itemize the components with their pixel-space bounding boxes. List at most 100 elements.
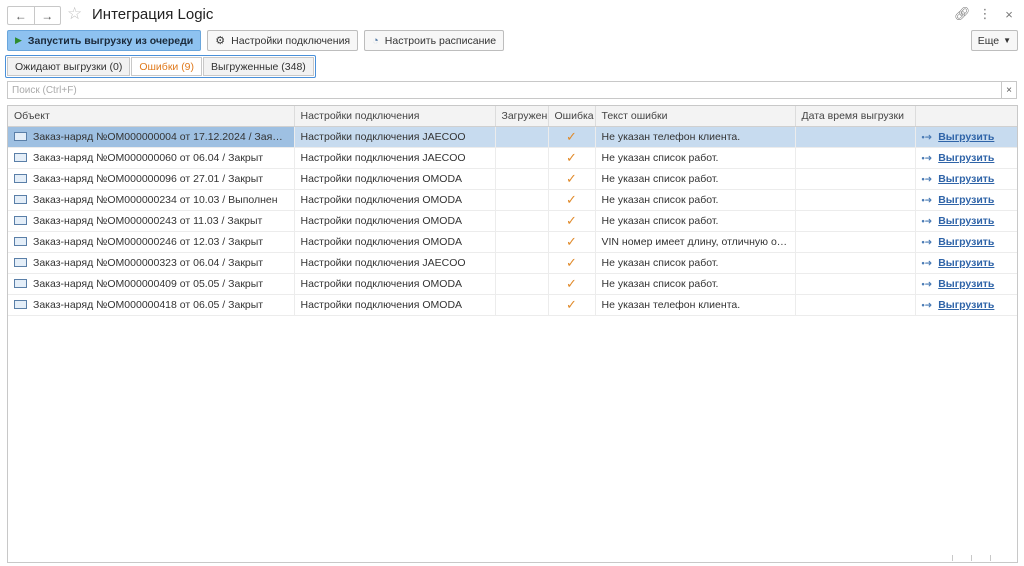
- cell-object[interactable]: Заказ-наряд №ОМ000000060 от 06.04 / Закр…: [8, 147, 295, 169]
- column-loaded[interactable]: Загружен: [495, 106, 549, 127]
- column-object[interactable]: Объект: [8, 106, 295, 127]
- table-row[interactable]: Заказ-наряд №ОМ000000060 от 06.04 / Закр…: [8, 147, 1017, 169]
- cell-loaded[interactable]: [495, 168, 549, 190]
- table-row[interactable]: Заказ-наряд №ОМ000000243 от 11.03 / Закр…: [8, 210, 1017, 232]
- upload-link[interactable]: Выгрузить: [938, 299, 994, 311]
- cell-error[interactable]: ✓: [548, 273, 596, 295]
- cell-error[interactable]: ✓: [548, 168, 596, 190]
- cell-error-text[interactable]: Не указан телефон клиента.: [595, 294, 796, 316]
- cell-error-text[interactable]: Не указан список работ.: [595, 252, 796, 274]
- cell-error[interactable]: ✓: [548, 294, 596, 316]
- upload-link[interactable]: Выгрузить: [938, 257, 994, 269]
- cell-loaded[interactable]: [495, 273, 549, 295]
- clear-search-icon[interactable]: ×: [1001, 81, 1017, 99]
- cell-error[interactable]: ✓: [548, 252, 596, 274]
- cell-upload-date[interactable]: [795, 126, 916, 148]
- upload-link[interactable]: Выгрузить: [938, 215, 994, 227]
- cell-error[interactable]: ✓: [548, 147, 596, 169]
- upload-link[interactable]: Выгрузить: [938, 131, 994, 143]
- scroll-control[interactable]: [952, 555, 971, 561]
- cell-object[interactable]: Заказ-наряд №ОМ000000409 от 05.05 / Закр…: [8, 273, 295, 295]
- more-button[interactable]: Еще ▼: [970, 30, 1018, 51]
- column-connection[interactable]: Настройки подключения: [294, 106, 496, 127]
- cell-error[interactable]: ✓: [548, 210, 596, 232]
- upload-link[interactable]: Выгрузить: [938, 236, 994, 248]
- table-row[interactable]: Заказ-наряд №ОМ000000004 от 17.12.2024 /…: [8, 126, 1017, 148]
- cell-error-text[interactable]: Не указан список работ.: [595, 147, 796, 169]
- upload-link[interactable]: Выгрузить: [938, 152, 994, 164]
- cell-error-text[interactable]: Не указан список работ.: [595, 168, 796, 190]
- cell-loaded[interactable]: [495, 189, 549, 211]
- more-vertical-icon[interactable]: ⋮: [978, 6, 992, 22]
- cell-object[interactable]: Заказ-наряд №ОМ000000418 от 06.05 / Закр…: [8, 294, 295, 316]
- cell-upload-date[interactable]: [795, 189, 916, 211]
- scroll-control[interactable]: [971, 555, 990, 561]
- cell-error[interactable]: ✓: [548, 126, 596, 148]
- upload-link[interactable]: Выгрузить: [938, 173, 994, 185]
- cell-connection[interactable]: Настройки подключения OMODA: [294, 294, 496, 316]
- cell-upload-date[interactable]: [795, 273, 916, 295]
- table-row[interactable]: Заказ-наряд №ОМ000000418 от 06.05 / Закр…: [8, 294, 1017, 316]
- cell-connection[interactable]: Настройки подключения JAECOO: [294, 147, 496, 169]
- search-input[interactable]: Поиск (Ctrl+F): [7, 81, 1008, 99]
- cell-object[interactable]: Заказ-наряд №ОМ000000243 от 11.03 / Закр…: [8, 210, 295, 232]
- cell-loaded[interactable]: [495, 210, 549, 232]
- cell-connection[interactable]: Настройки подключения OMODA: [294, 210, 496, 232]
- tab-pending[interactable]: Ожидают выгрузки (0): [7, 57, 131, 76]
- upload-link[interactable]: Выгрузить: [938, 194, 994, 206]
- cell-error[interactable]: ✓: [548, 231, 596, 253]
- run-upload-button[interactable]: ▶ Запустить выгрузку из очереди: [7, 30, 202, 51]
- cell-upload-date[interactable]: [795, 147, 916, 169]
- table-row[interactable]: Заказ-наряд №ОМ000000323 от 06.04 / Закр…: [8, 252, 1017, 274]
- cell-object[interactable]: Заказ-наряд №ОМ000000323 от 06.04 / Закр…: [8, 252, 295, 274]
- upload-link[interactable]: Выгрузить: [938, 278, 994, 290]
- column-error[interactable]: Ошибка: [548, 106, 596, 127]
- cell-connection[interactable]: Настройки подключения OMODA: [294, 168, 496, 190]
- cell-error-text[interactable]: Не указан список работ.: [595, 189, 796, 211]
- cell-loaded[interactable]: [495, 294, 549, 316]
- document-icon: [14, 215, 27, 225]
- table-row[interactable]: Заказ-наряд №ОМ000000234 от 10.03 / Выпо…: [8, 189, 1017, 211]
- cell-error-text[interactable]: Не указан телефон клиента.: [595, 126, 796, 148]
- cell-connection[interactable]: Настройки подключения OMODA: [294, 273, 496, 295]
- cell-error-text[interactable]: Не указан список работ.: [595, 273, 796, 295]
- close-icon[interactable]: ×: [1002, 7, 1016, 22]
- table-row[interactable]: Заказ-наряд №ОМ000000246 от 12.03 / Закр…: [8, 231, 1017, 253]
- object-text: Заказ-наряд №ОМ000000234 от 10.03 / Выпо…: [33, 194, 278, 206]
- connection-settings-button[interactable]: ⚙ Настройки подключения: [207, 30, 359, 51]
- cell-connection[interactable]: Настройки подключения JAECOO: [294, 252, 496, 274]
- arrow-right-icon[interactable]: →: [33, 7, 61, 24]
- schedule-button[interactable]: ◔ Настроить расписание: [364, 30, 505, 51]
- checkmark-icon: ✓: [566, 234, 577, 249]
- cell-upload-date[interactable]: [795, 231, 916, 253]
- column-error-text[interactable]: Текст ошибки: [595, 106, 796, 127]
- arrow-left-icon[interactable]: ←: [8, 7, 34, 24]
- cell-upload-date[interactable]: [795, 210, 916, 232]
- cell-loaded[interactable]: [495, 252, 549, 274]
- cell-action: •➜ Выгрузить: [915, 210, 1017, 232]
- cell-connection[interactable]: Настройки подключения OMODA: [294, 189, 496, 211]
- tab-uploaded[interactable]: Выгруженные (348): [203, 57, 314, 76]
- cell-upload-date[interactable]: [795, 252, 916, 274]
- cell-object[interactable]: Заказ-наряд №ОМ000000096 от 27.01 / Закр…: [8, 168, 295, 190]
- cell-error-text[interactable]: Не указан список работ.: [595, 210, 796, 232]
- tab-errors[interactable]: Ошибки (9): [131, 57, 203, 76]
- cell-upload-date[interactable]: [795, 294, 916, 316]
- cell-object[interactable]: Заказ-наряд №ОМ000000234 от 10.03 / Выпо…: [8, 189, 295, 211]
- cell-loaded[interactable]: [495, 147, 549, 169]
- scroll-control[interactable]: [990, 555, 1009, 561]
- cell-error[interactable]: ✓: [548, 189, 596, 211]
- cell-object[interactable]: Заказ-наряд №ОМ000000004 от 17.12.2024 /…: [8, 126, 295, 148]
- cell-connection[interactable]: Настройки подключения OMODA: [294, 231, 496, 253]
- cell-error-text[interactable]: VIN номер имеет длину, отличную от 17 ..…: [595, 231, 796, 253]
- cell-connection[interactable]: Настройки подключения JAECOO: [294, 126, 496, 148]
- cell-loaded[interactable]: [495, 126, 549, 148]
- link-icon[interactable]: 🔗︎: [954, 6, 971, 22]
- table-row[interactable]: Заказ-наряд №ОМ000000409 от 05.05 / Закр…: [8, 273, 1017, 295]
- table-row[interactable]: Заказ-наряд №ОМ000000096 от 27.01 / Закр…: [8, 168, 1017, 190]
- cell-upload-date[interactable]: [795, 168, 916, 190]
- cell-loaded[interactable]: [495, 231, 549, 253]
- star-icon[interactable]: ☆: [67, 4, 82, 24]
- cell-object[interactable]: Заказ-наряд №ОМ000000246 от 12.03 / Закр…: [8, 231, 295, 253]
- column-upload-date[interactable]: Дата время выгрузки: [795, 106, 916, 127]
